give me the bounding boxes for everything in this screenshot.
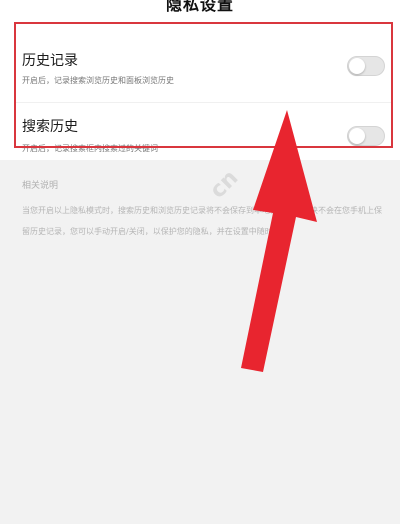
notes-body: 当您开启以上隐私模式时，搜索历史和浏览历史记录将不会保存到本地，以及各模块不会在…: [22, 206, 382, 236]
page-title: 隐私设置: [165, 0, 234, 12]
toggle-knob: [349, 128, 365, 144]
history-description: 开启后，记录搜索浏览历史和面板浏览历史: [22, 76, 174, 85]
search-history-description: 开启后，记录搜索框内搜索过的关键词: [22, 144, 158, 153]
title-bar: 隐私设置: [0, 0, 400, 12]
notes-section: 相关说明 当您开启以上隐私模式时，搜索历史和浏览历史记录将不会保存到本地，以及各…: [0, 160, 400, 524]
search-history-toggle[interactable]: [347, 126, 385, 146]
history-title: 历史记录: [22, 53, 78, 69]
settings-card: 历史记录 开启后，记录搜索浏览历史和面板浏览历史 搜索历史 开启后，记录搜索框内…: [0, 12, 400, 160]
setting-row-history: 历史记录 开启后，记录搜索浏览历史和面板浏览历史: [0, 34, 400, 92]
history-toggle[interactable]: [347, 56, 385, 76]
toggle-knob: [349, 58, 365, 74]
search-history-title: 搜索历史: [22, 119, 78, 135]
notes-heading: 相关说明: [22, 181, 59, 191]
setting-row-search-history: 搜索历史 开启后，记录搜索框内搜索过的关键词: [0, 102, 400, 160]
